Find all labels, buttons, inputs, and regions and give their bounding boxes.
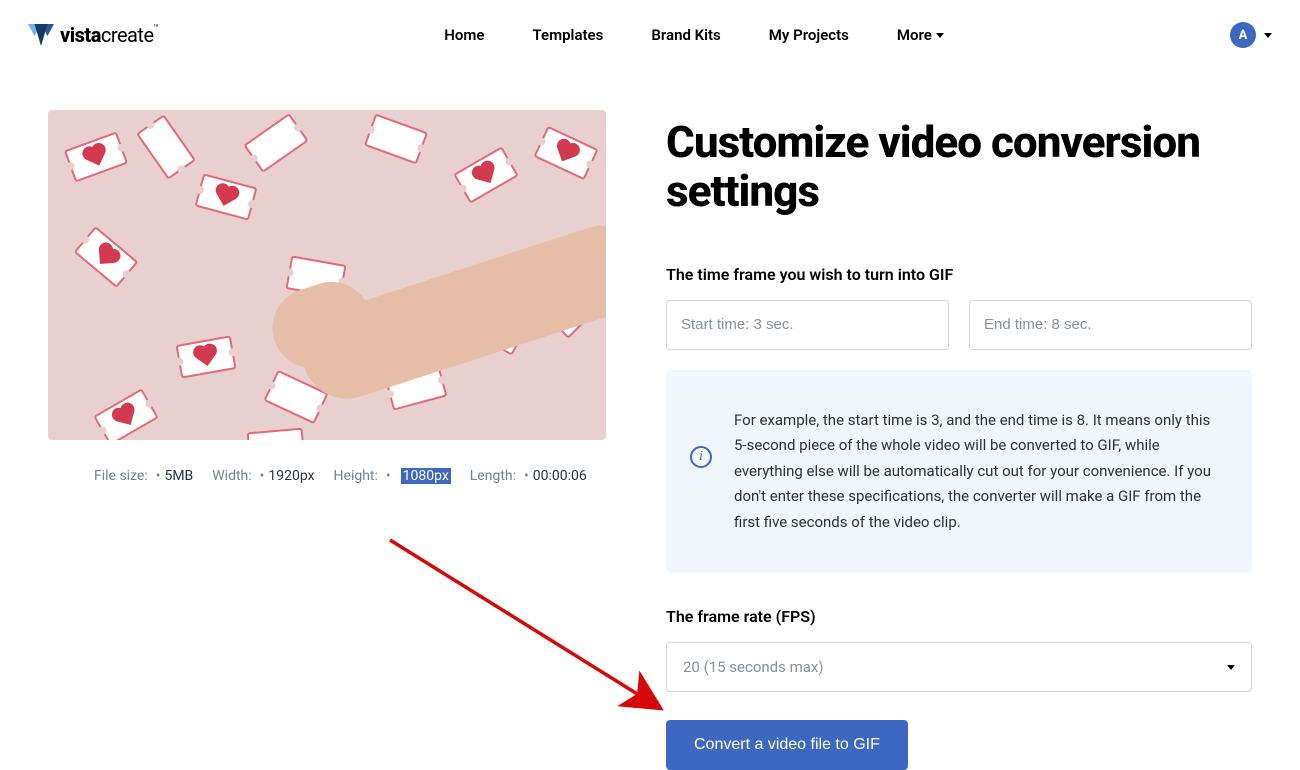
nav-more[interactable]: More [897, 26, 944, 44]
nav-my-projects[interactable]: My Projects [769, 26, 849, 44]
nav-brand-kits[interactable]: Brand Kits [651, 26, 720, 44]
video-metadata: File size: 5MB Width: 1920px Height: 108… [48, 468, 606, 484]
page-title: Customize video conversion settings [666, 118, 1252, 217]
height-label: Height: [334, 468, 378, 484]
header: vistacreate™ Home Templates Brand Kits M… [0, 0, 1300, 70]
convert-button[interactable]: Convert a video file to GIF [666, 720, 908, 770]
chevron-down-icon [936, 33, 944, 38]
start-time-input[interactable] [666, 300, 949, 350]
end-time-input[interactable] [969, 300, 1252, 350]
time-inputs [666, 300, 1252, 350]
height-value: 1080px [401, 468, 451, 484]
video-preview[interactable] [48, 110, 606, 440]
logo-icon [28, 22, 54, 48]
nav-more-label: More [897, 26, 932, 44]
info-text: For example, the start time is 3, and th… [734, 408, 1224, 536]
left-column: File size: 5MB Width: 1920px Height: 108… [48, 110, 606, 770]
avatar: A [1230, 22, 1256, 48]
width-label: Width: [212, 468, 251, 484]
main-nav: Home Templates Brand Kits My Projects Mo… [158, 26, 1230, 44]
fps-label: The frame rate (FPS) [666, 607, 1252, 626]
chevron-down-icon [1227, 665, 1235, 670]
nav-home[interactable]: Home [444, 26, 484, 44]
logo-text: vistacreate™ [60, 23, 158, 47]
logo[interactable]: vistacreate™ [28, 22, 158, 48]
chevron-down-icon [1264, 33, 1272, 38]
info-icon: i [690, 446, 712, 468]
nav-templates[interactable]: Templates [532, 26, 603, 44]
time-frame-label: The time frame you wish to turn into GIF [666, 265, 1252, 284]
info-box: i For example, the start time is 3, and … [666, 370, 1252, 574]
width-value: 1920px [258, 468, 315, 484]
fps-value: 20 (15 seconds max) [683, 658, 824, 676]
fps-select[interactable]: 20 (15 seconds max) [666, 642, 1252, 692]
main-content: File size: 5MB Width: 1920px Height: 108… [0, 70, 1300, 770]
user-menu[interactable]: A [1230, 22, 1272, 48]
length-label: Length: [470, 468, 516, 484]
file-size-value: 5MB [154, 468, 194, 484]
file-size-label: File size: [94, 468, 148, 484]
right-column: Customize video conversion settings The … [666, 110, 1252, 770]
length-value: 00:00:06 [522, 468, 587, 484]
